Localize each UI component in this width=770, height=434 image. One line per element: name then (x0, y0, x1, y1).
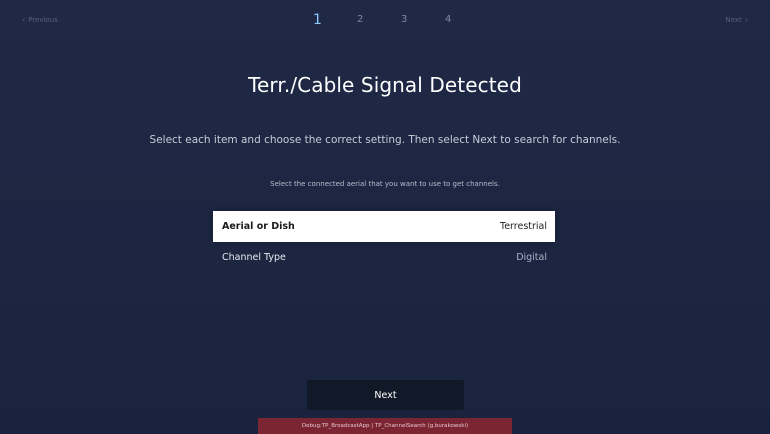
previous-label: Previous (28, 15, 58, 24)
setting-value: Digital (516, 252, 547, 263)
settings-list: Aerial or Dish Terrestrial Channel Type … (213, 211, 555, 273)
previous-button[interactable]: ‹ Previous (22, 15, 58, 24)
step-2: 2 (357, 14, 364, 25)
step-4: 4 (445, 14, 452, 25)
setup-screen: ‹ Previous 1 2 3 4 Next › Terr./Cable Si… (0, 0, 770, 434)
setting-value: Terrestrial (500, 221, 547, 232)
setting-channel-type[interactable]: Channel Type Digital (213, 242, 555, 273)
instructions-text: Select each item and choose the correct … (149, 134, 621, 146)
item-hint-text: Select the connected aerial that you wan… (270, 180, 500, 188)
page-title: Terr./Cable Signal Detected (248, 73, 522, 97)
step-indicator: 1 2 3 4 (313, 11, 489, 29)
chevron-left-icon: ‹ (22, 15, 26, 24)
setting-label: Aerial or Dish (222, 221, 295, 232)
next-nav-label: Next (725, 15, 742, 24)
step-1: 1 (313, 12, 322, 28)
next-nav-button[interactable]: Next › (725, 15, 748, 24)
setting-aerial-or-dish[interactable]: Aerial or Dish Terrestrial (213, 211, 555, 242)
chevron-right-icon: › (744, 15, 748, 24)
debug-banner: Debug:TP_BroadcastApp | TP_ChannelSearch… (258, 418, 512, 434)
setting-label: Channel Type (222, 252, 286, 263)
step-3: 3 (401, 14, 408, 25)
next-button[interactable]: Next (307, 380, 464, 410)
